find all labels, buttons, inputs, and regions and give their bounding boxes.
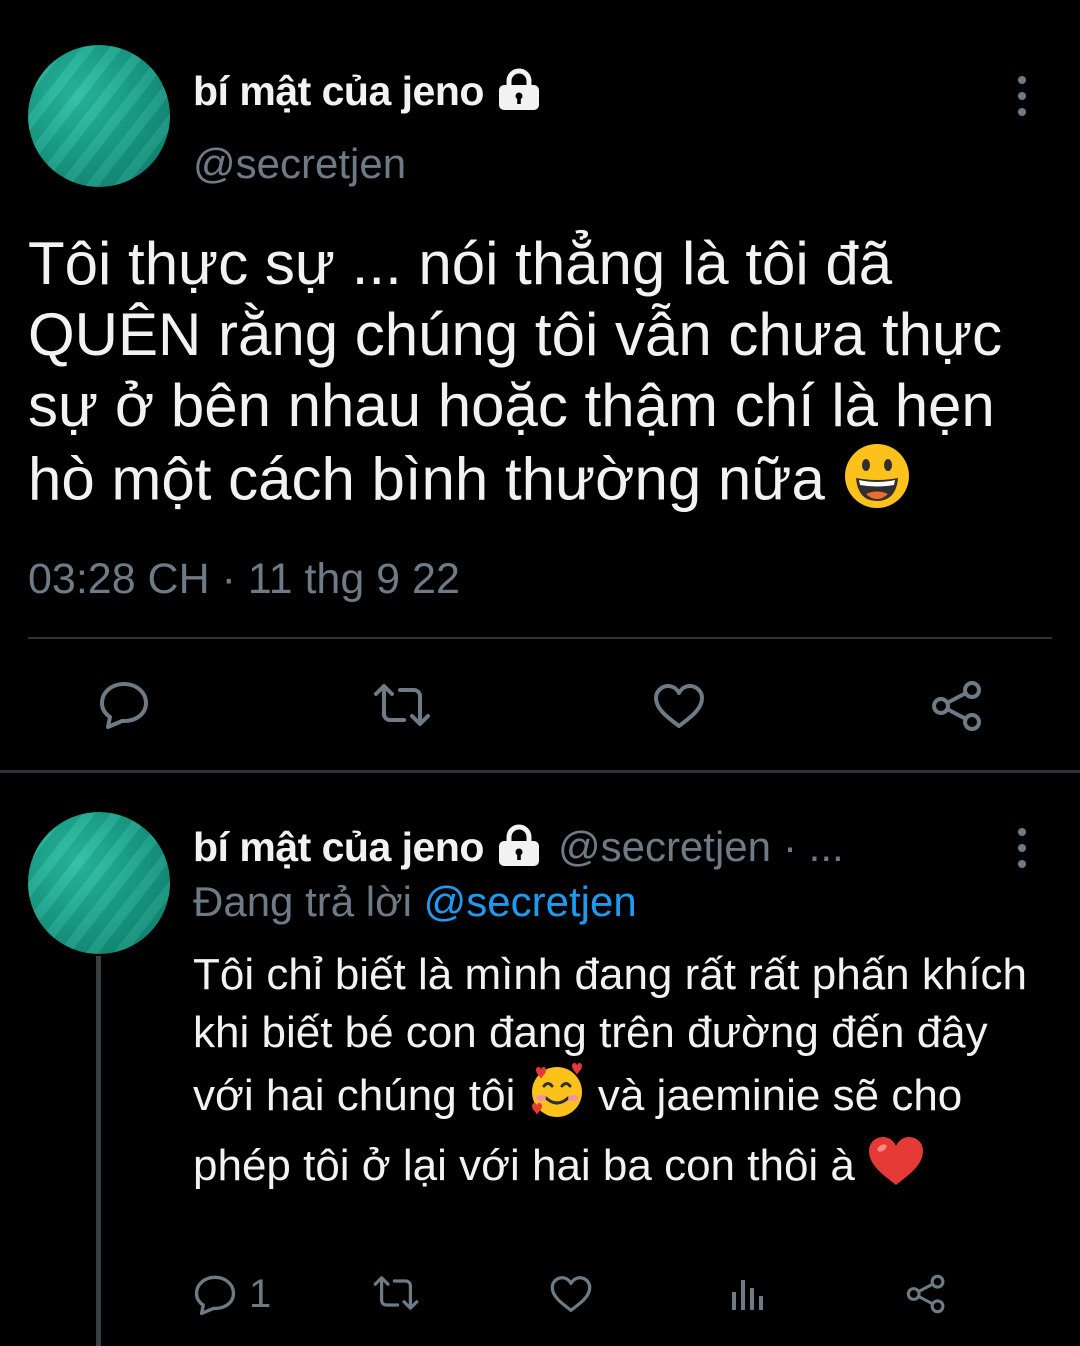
tweet-timestamp[interactable]: 03:28 CH · 11 thg 9 22 [28, 555, 460, 604]
reply-header: bí mật của jeno @secretjen · ... [193, 820, 844, 874]
display-name[interactable]: bí mật của jeno [193, 68, 484, 115]
handle[interactable]: @secretjen [193, 140, 406, 188]
lock-icon [496, 823, 542, 872]
reply-display-name[interactable]: bí mật của jeno [193, 824, 484, 871]
replying-to-link[interactable]: @secretjen [424, 878, 637, 925]
author-name-row: bí mật của jeno [193, 64, 542, 118]
avatar[interactable] [28, 45, 170, 187]
reply-share-button[interactable] [905, 1274, 947, 1314]
reply-separator: · ... [783, 823, 844, 870]
smiling-face-with-hearts-emoji [528, 1062, 586, 1135]
retweet-button[interactable] [372, 682, 432, 728]
red-heart-emoji [867, 1135, 925, 1202]
share-icon [906, 1274, 945, 1314]
like-icon [654, 684, 704, 728]
retweet-icon [374, 684, 430, 726]
reply-icon [100, 682, 148, 729]
like-button[interactable] [652, 682, 706, 730]
reply-more-options-icon[interactable] [1018, 828, 1026, 868]
replying-to: Đang trả lời @secretjen [193, 878, 637, 926]
reply-retweet-button[interactable] [372, 1274, 420, 1312]
share-icon [932, 681, 981, 731]
thread-line [96, 956, 101, 1346]
reply-handle[interactable]: @secretjen [558, 823, 771, 871]
reply-reply-button[interactable]: 1 [193, 1272, 271, 1317]
share-button[interactable] [930, 680, 984, 732]
tweet-text: Tôi thực sự ... nói thẳng là tôi đã QUÊN… [28, 228, 1038, 526]
reply-analytics-button[interactable] [730, 1276, 766, 1312]
divider [28, 637, 1052, 639]
replying-to-prefix: Đang trả lời [193, 878, 412, 925]
section-divider [0, 770, 1080, 773]
reply-count: 1 [249, 1272, 272, 1316]
reply-button[interactable] [98, 680, 150, 730]
lock-icon [496, 67, 542, 116]
like-icon [550, 1276, 592, 1312]
more-options-icon[interactable] [1018, 76, 1026, 116]
grinning-face-emoji [842, 441, 912, 526]
reply-avatar[interactable] [28, 812, 170, 954]
reply-text: Tôi chỉ biết là mình đang rất rất phấn k… [193, 946, 1053, 1202]
analytics-icon [732, 1280, 763, 1310]
reply-icon [194, 1275, 236, 1315]
retweet-icon [373, 1276, 419, 1310]
reply-like-button[interactable] [549, 1274, 593, 1314]
